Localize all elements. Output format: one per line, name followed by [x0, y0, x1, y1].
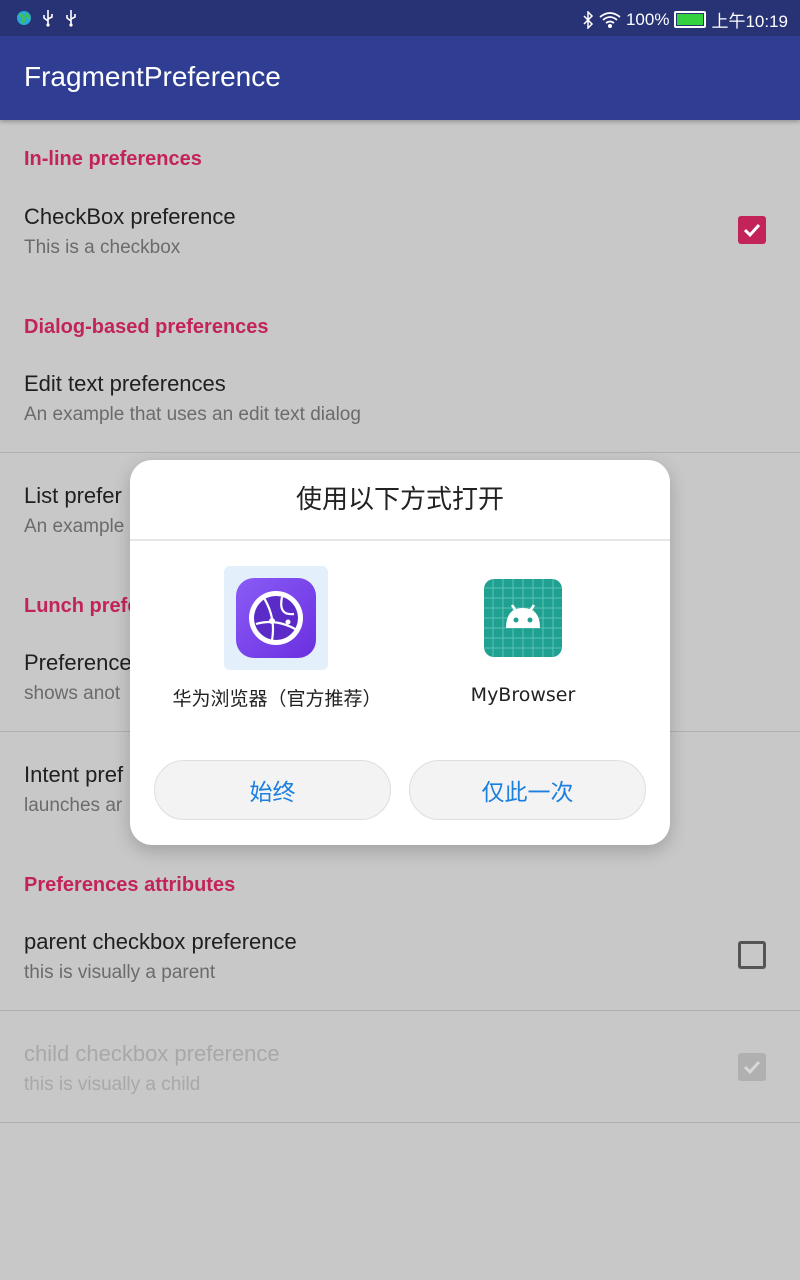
category-dialog-based: Dialog-based preferences: [24, 316, 269, 338]
huawei-browser-icon: [236, 578, 316, 658]
child-checkbox: [738, 1053, 766, 1081]
checkmark-icon: [743, 1060, 761, 1075]
edit-text-preference-summary: An example that uses an edit text dialog: [24, 404, 361, 425]
parent-checkbox[interactable]: [738, 941, 766, 969]
dialog-title: 使用以下方式打开: [295, 485, 504, 515]
usb-icon-2: [66, 10, 76, 27]
edit-text-preference-title: Edit text preferences: [24, 371, 226, 396]
status-bar-system: 100% 上午10:19: [582, 7, 788, 32]
child-checkbox-title: child checkbox preference: [24, 1041, 280, 1066]
divider: [0, 1122, 800, 1123]
globe-icon: [17, 11, 31, 25]
checkmark-icon: [743, 223, 761, 238]
category-attributes: Preferences attributes: [24, 874, 236, 896]
status-bar-notifications: [16, 9, 78, 27]
app-option-mybrowser[interactable]: MyBrowser: [388, 566, 658, 706]
android-icon: [484, 579, 562, 657]
intent-preference-title: Intent pref: [24, 762, 124, 787]
parent-checkbox-title: parent checkbox preference: [24, 929, 297, 954]
battery-icon: [674, 11, 707, 28]
divider: [0, 452, 800, 453]
parent-checkbox-summary: this is visually a parent: [24, 962, 216, 983]
list-preference-title: List prefer: [24, 483, 122, 508]
app-bar: FragmentPreference: [0, 36, 800, 120]
checkbox-preference-checkbox[interactable]: [738, 216, 766, 244]
app-label-mybrowser: MyBrowser: [470, 684, 576, 706]
category-launch: Lunch prefe: [24, 595, 139, 617]
list-preference-summary: An example: [24, 516, 125, 537]
status-bar: 100% 上午10:19: [0, 0, 800, 36]
clock: 上午10:19: [711, 12, 788, 31]
preference-screen-title: Preference: [24, 650, 132, 675]
always-button[interactable]: 始终: [154, 760, 391, 820]
wifi-icon: [599, 11, 621, 28]
bluetooth-icon: [583, 10, 594, 29]
app-option-huawei-browser[interactable]: 华为浏览器（官方推荐）: [142, 566, 412, 710]
open-with-dialog: 使用以下方式打开 华为浏览器（官方推荐） MyBrowser 始终 仅此一次: [130, 460, 670, 845]
dialog-divider: [130, 539, 670, 541]
app-label-huawei-browser: 华为浏览器（官方推荐）: [172, 688, 382, 710]
app-icon-container: [471, 566, 575, 670]
divider: [0, 1010, 800, 1011]
battery-percent: 100%: [625, 9, 670, 29]
child-checkbox-summary: this is visually a child: [24, 1074, 201, 1095]
page-title: FragmentPreference: [24, 61, 281, 92]
app-icon-highlight: [224, 566, 328, 670]
category-inline: In-line preferences: [24, 148, 202, 170]
checkbox-preference-summary: This is a checkbox: [24, 237, 181, 258]
intent-preference-summary: launches ar: [24, 795, 123, 816]
just-once-button[interactable]: 仅此一次: [409, 760, 646, 820]
preference-screen-summary: shows anot: [24, 683, 121, 704]
checkbox-preference-title: CheckBox preference: [24, 204, 236, 229]
usb-icon: [43, 10, 53, 27]
